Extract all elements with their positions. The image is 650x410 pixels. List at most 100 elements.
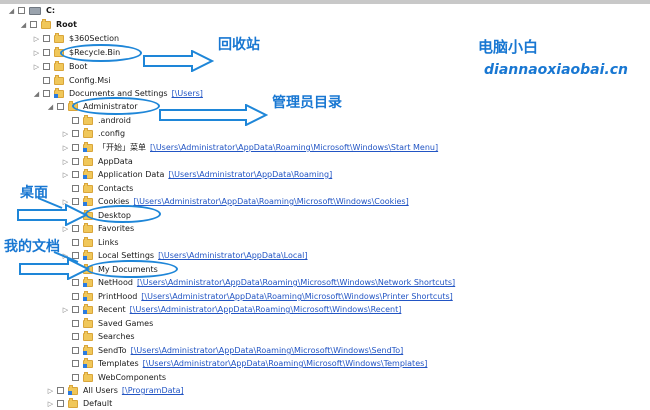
tree-row-label[interactable]: Root	[56, 20, 77, 29]
tree-row[interactable]: Contacts	[62, 182, 133, 195]
tree-row[interactable]: Saved Games	[62, 317, 153, 330]
tree-row-label[interactable]: SendTo	[98, 346, 127, 355]
junction-target-link[interactable]: [\Users\Administrator\AppData\Roaming\Mi…	[143, 359, 428, 368]
row-checkbox[interactable]	[18, 7, 25, 14]
tree-row[interactable]: SendTo [\Users\Administrator\AppData\Roam…	[62, 344, 403, 357]
tree-row[interactable]: Templates [\Users\Administrator\AppData\R…	[62, 357, 427, 370]
tree-row[interactable]: ◢ C:	[8, 4, 55, 17]
tree-row-label[interactable]: .android	[98, 116, 131, 125]
collapsed-chevron-icon[interactable]: ▷	[47, 386, 54, 395]
tree-row[interactable]: Searches	[62, 330, 135, 343]
collapsed-chevron-icon[interactable]: ▷	[33, 34, 40, 43]
tree-row[interactable]: ▷ Boot	[33, 60, 87, 73]
tree-row[interactable]: ▷ $360Section	[33, 32, 119, 45]
tree-row[interactable]: .android	[62, 114, 131, 127]
row-checkbox[interactable]	[43, 35, 50, 42]
tree-row-label[interactable]: $360Section	[69, 34, 119, 43]
tree-row-label[interactable]: Searches	[98, 332, 135, 341]
tree-row-label[interactable]: Local Settings	[98, 251, 154, 260]
row-checkbox[interactable]	[43, 77, 50, 84]
row-checkbox[interactable]	[72, 279, 79, 286]
tree-row[interactable]: ▷ Recent [\Users\Administrator\AppData\Roa…	[62, 303, 401, 316]
collapsed-chevron-icon[interactable]: ▷	[62, 170, 69, 179]
collapsed-chevron-icon[interactable]: ▷	[62, 129, 69, 138]
collapsed-chevron-icon[interactable]: ▷	[62, 143, 69, 152]
expanded-chevron-icon[interactable]: ◢	[33, 89, 40, 98]
tree-row-label[interactable]: Saved Games	[98, 319, 153, 328]
tree-row[interactable]: WebComponents	[62, 371, 166, 384]
tree-row[interactable]: ▷ Default	[47, 397, 112, 410]
expanded-chevron-icon[interactable]: ◢	[20, 20, 27, 29]
junction-target-link[interactable]: [\Users\Administrator\AppData\Roaming\Mi…	[137, 278, 455, 287]
tree-row[interactable]: ▷ All Users [\ProgramData]	[47, 384, 184, 397]
tree-row[interactable]: PrintHood [\Users\Administrator\AppData\R…	[62, 290, 453, 303]
row-checkbox[interactable]	[72, 360, 79, 367]
tree-row-label[interactable]: Boot	[69, 62, 87, 71]
row-checkbox[interactable]	[72, 225, 79, 232]
tree-row-label[interactable]: Config.Msi	[69, 76, 111, 85]
row-checkbox[interactable]	[72, 347, 79, 354]
tree-row[interactable]: Config.Msi	[33, 74, 111, 87]
junction-target-link[interactable]: [\Users\Administrator\AppData\Roaming\Mi…	[130, 305, 402, 314]
junction-target-link[interactable]: [\Users\Administrator\AppData\Roaming]	[168, 170, 332, 179]
tree-row[interactable]: ◢ Root	[20, 18, 77, 31]
row-checkbox[interactable]	[72, 185, 79, 192]
tree-row[interactable]: ▷ .config	[62, 127, 125, 140]
tree-row-label[interactable]: PrintHood	[98, 292, 137, 301]
tree-row-label[interactable]: Contacts	[98, 184, 133, 193]
junction-target-link[interactable]: [\Users\Administrator\AppData\Roaming\Mi…	[131, 346, 404, 355]
tree-row-label[interactable]: WebComponents	[98, 373, 166, 382]
tree-row-label[interactable]: Recent	[98, 305, 126, 314]
row-checkbox[interactable]	[72, 293, 79, 300]
tree-row-label[interactable]: Application Data	[98, 170, 164, 179]
collapsed-chevron-icon[interactable]: ▷	[33, 48, 40, 57]
tree-row[interactable]: ▷ 「开始」菜单 [\Users\Administrator\AppData\Roa…	[62, 141, 438, 154]
tree-row[interactable]: ▷ Local Settings [\Users\Administrator\App…	[62, 249, 308, 262]
row-checkbox[interactable]	[72, 144, 79, 151]
tree-row-label[interactable]: Templates	[98, 359, 139, 368]
row-checkbox[interactable]	[72, 130, 79, 137]
row-checkbox[interactable]	[30, 21, 37, 28]
row-checkbox[interactable]	[57, 400, 64, 407]
tree-row[interactable]: NetHood [\Users\Administrator\AppData\Roa…	[62, 276, 455, 289]
tree-row-label[interactable]: Default	[83, 399, 112, 408]
row-checkbox[interactable]	[43, 90, 50, 97]
row-checkbox[interactable]	[72, 306, 79, 313]
junction-target-link[interactable]: [\Users\Administrator\AppData\Roaming\Mi…	[133, 197, 408, 206]
tree-row-label[interactable]: NetHood	[98, 278, 133, 287]
collapsed-chevron-icon[interactable]: ▷	[47, 399, 54, 408]
collapsed-chevron-icon[interactable]: ▷	[62, 305, 69, 314]
row-checkbox[interactable]	[72, 117, 79, 124]
tree-row-label[interactable]: Links	[98, 238, 119, 247]
expanded-chevron-icon[interactable]: ◢	[47, 102, 54, 111]
collapsed-chevron-icon[interactable]: ▷	[62, 157, 69, 166]
junction-target-link[interactable]: [\Users]	[172, 89, 203, 98]
row-checkbox[interactable]	[43, 49, 50, 56]
tree-row-label[interactable]: .config	[98, 129, 125, 138]
tree-row[interactable]: ▷ AppData	[62, 155, 133, 168]
row-checkbox[interactable]	[72, 171, 79, 178]
row-checkbox[interactable]	[72, 320, 79, 327]
row-checkbox[interactable]	[43, 63, 50, 70]
row-checkbox[interactable]	[57, 387, 64, 394]
no-expander	[62, 238, 69, 247]
junction-target-link[interactable]: [\Users\Administrator\AppData\Roaming\Mi…	[141, 292, 452, 301]
tree-row[interactable]: Links	[62, 236, 119, 249]
tree-row-label[interactable]: AppData	[98, 157, 133, 166]
junction-target-link[interactable]: [\ProgramData]	[122, 386, 184, 395]
collapsed-chevron-icon[interactable]: ▷	[33, 62, 40, 71]
expanded-chevron-icon[interactable]: ◢	[8, 6, 15, 15]
junction-target-link[interactable]: [\Users\Administrator\AppData\Roaming\Mi…	[150, 143, 438, 152]
row-checkbox[interactable]	[72, 239, 79, 246]
tree-row-label[interactable]: Favorites	[98, 224, 134, 233]
row-checkbox[interactable]	[72, 158, 79, 165]
junction-target-link[interactable]: [\Users\Administrator\AppData\Local]	[158, 251, 307, 260]
folder-link-icon	[83, 344, 93, 355]
tree-row-label[interactable]: 「开始」菜单	[98, 142, 146, 153]
row-checkbox[interactable]	[57, 103, 64, 110]
tree-row-label[interactable]: All Users	[83, 386, 118, 395]
row-checkbox[interactable]	[72, 333, 79, 340]
tree-row[interactable]: ▷ Application Data [\Users\Administrator\A…	[62, 168, 332, 181]
tree-row-label[interactable]: C:	[46, 6, 55, 15]
row-checkbox[interactable]	[72, 374, 79, 381]
